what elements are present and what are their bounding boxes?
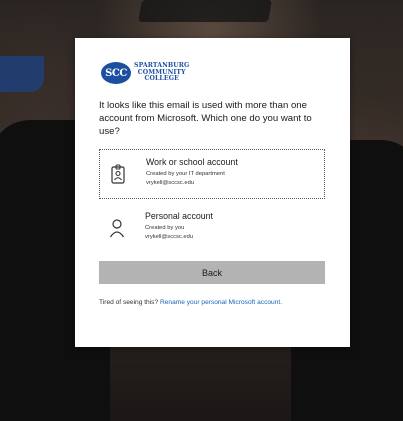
back-button[interactable]: Back bbox=[99, 261, 325, 284]
account-subtitle: Created by you bbox=[145, 225, 185, 231]
person-icon bbox=[109, 219, 125, 238]
prompt-text: It looks like this email is used with mo… bbox=[99, 100, 312, 137]
logo-text: SPARTANBURG COMMUNITY COLLEGE bbox=[134, 63, 189, 83]
background-figure bbox=[138, 0, 272, 22]
background-figure bbox=[0, 56, 44, 92]
footer-text: Tired of seeing this? Rename your person… bbox=[99, 297, 325, 308]
logo-line: COLLEGE bbox=[144, 75, 179, 83]
footer-prompt: Tired of seeing this? bbox=[99, 299, 159, 306]
account-email: vrykell@sccsc.edu bbox=[146, 180, 195, 186]
work-account-option[interactable]: Work or school account Created by your I… bbox=[99, 149, 325, 199]
logo-badge: SCC bbox=[101, 62, 131, 84]
account-email: vrykell@sccsc.edu bbox=[145, 234, 194, 240]
account-subtitle: Created by your IT department bbox=[146, 171, 225, 177]
account-picker-dialog: SCC SPARTANBURG COMMUNITY COLLEGE It loo… bbox=[75, 38, 350, 347]
college-logo: SCC SPARTANBURG COMMUNITY COLLEGE bbox=[101, 62, 189, 84]
account-title: Work or school account bbox=[146, 157, 238, 167]
badge-icon bbox=[111, 164, 125, 184]
personal-account-option[interactable]: Personal account Created by you vrykell@… bbox=[99, 204, 325, 254]
rename-account-link[interactable]: Rename your personal Microsoft account. bbox=[160, 299, 282, 306]
account-title: Personal account bbox=[145, 211, 213, 221]
